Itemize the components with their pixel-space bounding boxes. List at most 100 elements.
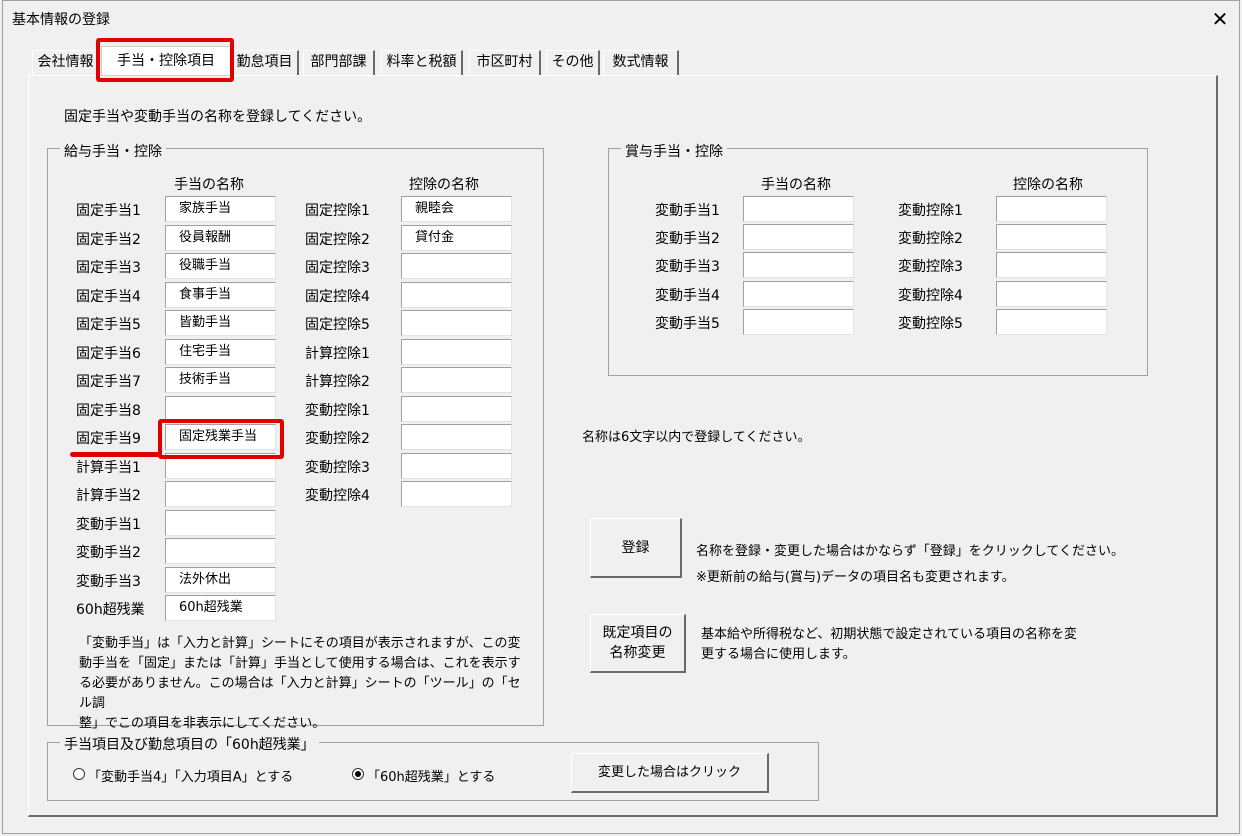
salary-deduction-input-2[interactable]: 貸付金: [401, 224, 512, 251]
bonus-allowance-label-1: 変動手当1: [655, 203, 720, 219]
rename-note-line: 更する場合に使用します。: [701, 647, 856, 662]
bonus-group-legend: 賞与手当・控除: [621, 141, 727, 161]
salary-allowance-header: 手当の名称: [174, 177, 244, 193]
salary-deduction-input-4[interactable]: [401, 281, 512, 308]
salary-allowance-input-11[interactable]: [165, 481, 276, 507]
tab-municipality[interactable]: 市区町村: [469, 50, 541, 75]
register-warning: ※更新前の給与(賞与)データの項目名も変更されます。: [696, 570, 1015, 585]
tab-attendance[interactable]: 勤怠項目: [231, 50, 299, 75]
salary-allowance-label-12: 変動手当1: [76, 516, 141, 533]
salary-deduction-input-7[interactable]: [401, 367, 512, 393]
rename-button-line: 名称変更: [609, 645, 666, 661]
salary-allowance-input-14[interactable]: 法外休出: [165, 566, 276, 593]
bonus-deduction-input-5[interactable]: [996, 308, 1107, 335]
tab-other[interactable]: その他: [546, 50, 600, 75]
bonus-allowance-label-2: 変動手当2: [655, 231, 720, 248]
salary-allowance-label-4: 固定手当4: [76, 288, 141, 305]
bonus-deduction-input-2[interactable]: [996, 224, 1107, 251]
salary-allowance-input-2[interactable]: 役員報酬: [165, 224, 276, 251]
salary-deduction-input-3[interactable]: [401, 253, 512, 279]
salary-allowance-input-8[interactable]: [165, 395, 276, 422]
salary-allowance-label-8: 固定手当8: [76, 402, 141, 419]
bonus-allowance-input-5[interactable]: [743, 308, 854, 335]
salary-allowance-input-13[interactable]: [165, 538, 276, 564]
apply-change-button[interactable]: 変更した場合はクリック: [571, 753, 769, 793]
register-note: 名称を登録・変更した場合はかならず「登録」をクリックしてください。: [696, 544, 1124, 559]
salary-allowance-input-5[interactable]: 皆勤手当: [165, 310, 276, 336]
salary-deduction-input-1[interactable]: 親睦会: [401, 196, 512, 222]
salary-deduction-label-5: 固定控除5: [305, 317, 370, 333]
salary-allowance-input-12[interactable]: [165, 509, 276, 536]
salary-allowance-label-2: 固定手当2: [76, 231, 141, 248]
salary-allowance-input-1[interactable]: 家族手当: [165, 196, 276, 222]
salary-deduction-label-8: 変動控除1: [305, 402, 370, 419]
option-variable-allowance-label[interactable]: 「変動手当4」「入力項目A」とする: [88, 766, 293, 785]
salary-deduction-input-8[interactable]: [401, 395, 512, 422]
intro-text: 固定手当や変動手当の名称を登録してください。: [64, 109, 372, 125]
bonus-allowance-input-3[interactable]: [743, 252, 854, 279]
salary-allowance-label-13: 変動手当2: [76, 545, 141, 561]
salary-deduction-label-10: 変動控除3: [305, 459, 370, 476]
salary-allowance-label-6: 固定手当6: [76, 345, 141, 362]
window-title: 基本情報の登録: [12, 12, 110, 28]
tab-rates-taxes[interactable]: 料率と税額: [381, 50, 463, 75]
bonus-allowance-input-2[interactable]: [743, 224, 854, 251]
name-limit-note: 名称は6文字以内で登録してください。: [582, 430, 811, 445]
salary-allowance-label-15: 60h超残業: [76, 602, 145, 618]
overtime60-legend: 手当項目及び勤怠項目の「60h超残業」: [60, 734, 319, 754]
option-60h-overtime-radio[interactable]: [352, 768, 364, 780]
salary-allowance-input-6[interactable]: 住宅手当: [165, 338, 276, 365]
bonus-deduction-input-4[interactable]: [996, 280, 1107, 307]
salary-allowance-input-15[interactable]: 60h超残業: [165, 595, 276, 621]
bonus-allowance-header: 手当の名称: [761, 177, 831, 193]
salary-deduction-label-1: 固定控除1: [305, 203, 370, 219]
highlight-active-tab: [96, 38, 234, 82]
bonus-allowance-label-5: 変動手当5: [655, 315, 720, 332]
tab-department[interactable]: 部門部課: [303, 50, 375, 75]
salary-allowance-input-4[interactable]: 食事手当: [165, 281, 276, 308]
bonus-deduction-label-2: 変動控除2: [898, 231, 963, 248]
bonus-allowance-label-3: 変動手当3: [655, 259, 720, 276]
highlight-fixed-allowance9: [158, 419, 284, 459]
salary-deduction-input-10[interactable]: [401, 452, 512, 479]
salary-deduction-label-3: 固定控除3: [305, 260, 370, 276]
salary-allowance-label-14: 変動手当3: [76, 573, 141, 590]
rename-note: 基本給や所得税など、初期状態で設定されている項目の名称を変 更する場合に使用しま…: [701, 625, 1077, 665]
bonus-deduction-input-1[interactable]: [996, 196, 1107, 222]
salary-allowance-label-9: 固定手当9: [76, 431, 141, 447]
salary-deduction-input-6[interactable]: [401, 338, 512, 365]
salary-allowance-label-7: 固定手当7: [76, 374, 141, 390]
option-60h-overtime-label[interactable]: 「60h超残業」とする: [367, 766, 495, 785]
option-variable-allowance-radio[interactable]: [73, 768, 85, 780]
salary-deduction-label-9: 変動控除2: [305, 431, 370, 447]
salary-note-line: 整」でこの項目を非表示にしてください。: [79, 716, 326, 731]
salary-deduction-header: 控除の名称: [409, 177, 479, 193]
salary-note-line: 動手当を「固定」または「計算」手当として使用する場合は、これを表示す: [79, 656, 521, 671]
salary-allowance-label-3: 固定手当3: [76, 260, 141, 276]
close-icon[interactable]: ✕: [1207, 6, 1233, 32]
bonus-allowance-input-4[interactable]: [743, 280, 854, 307]
bonus-deduction-label-1: 変動控除1: [898, 203, 963, 219]
rename-default-items-button[interactable]: 既定項目の 名称変更: [590, 614, 686, 673]
bonus-deduction-header: 控除の名称: [1013, 177, 1083, 193]
salary-deduction-input-11[interactable]: [401, 481, 512, 507]
tab-company-info[interactable]: 会社情報: [32, 50, 100, 75]
bonus-deduction-input-3[interactable]: [996, 252, 1107, 279]
bonus-allowance-input-1[interactable]: [743, 196, 854, 222]
salary-deduction-label-7: 計算控除2: [305, 374, 370, 390]
salary-note: 「変動手当」は「入力と計算」シートにその項目が表示されますが、この変 動手当を「…: [79, 634, 529, 734]
bonus-deduction-label-3: 変動控除3: [898, 259, 963, 276]
salary-allowance-input-3[interactable]: 役職手当: [165, 253, 276, 279]
salary-note-line: る必要がありません。この場合は「入力と計算」シートの「ツール」の「セル調: [79, 676, 521, 711]
tab-formula-info[interactable]: 数式情報: [603, 50, 679, 75]
salary-deduction-input-9[interactable]: [401, 424, 512, 450]
highlight-underline: [70, 452, 162, 457]
bonus-deduction-label-5: 変動控除5: [898, 315, 963, 332]
register-button[interactable]: 登録: [590, 518, 682, 578]
salary-allowance-label-11: 計算手当2: [76, 488, 141, 504]
rename-note-line: 基本給や所得税など、初期状態で設定されている項目の名称を変: [701, 627, 1077, 642]
salary-deduction-input-5[interactable]: [401, 310, 512, 336]
salary-deduction-label-4: 固定控除4: [305, 288, 370, 305]
salary-deduction-label-11: 変動控除4: [305, 488, 370, 504]
salary-allowance-input-7[interactable]: 技術手当: [165, 367, 276, 393]
